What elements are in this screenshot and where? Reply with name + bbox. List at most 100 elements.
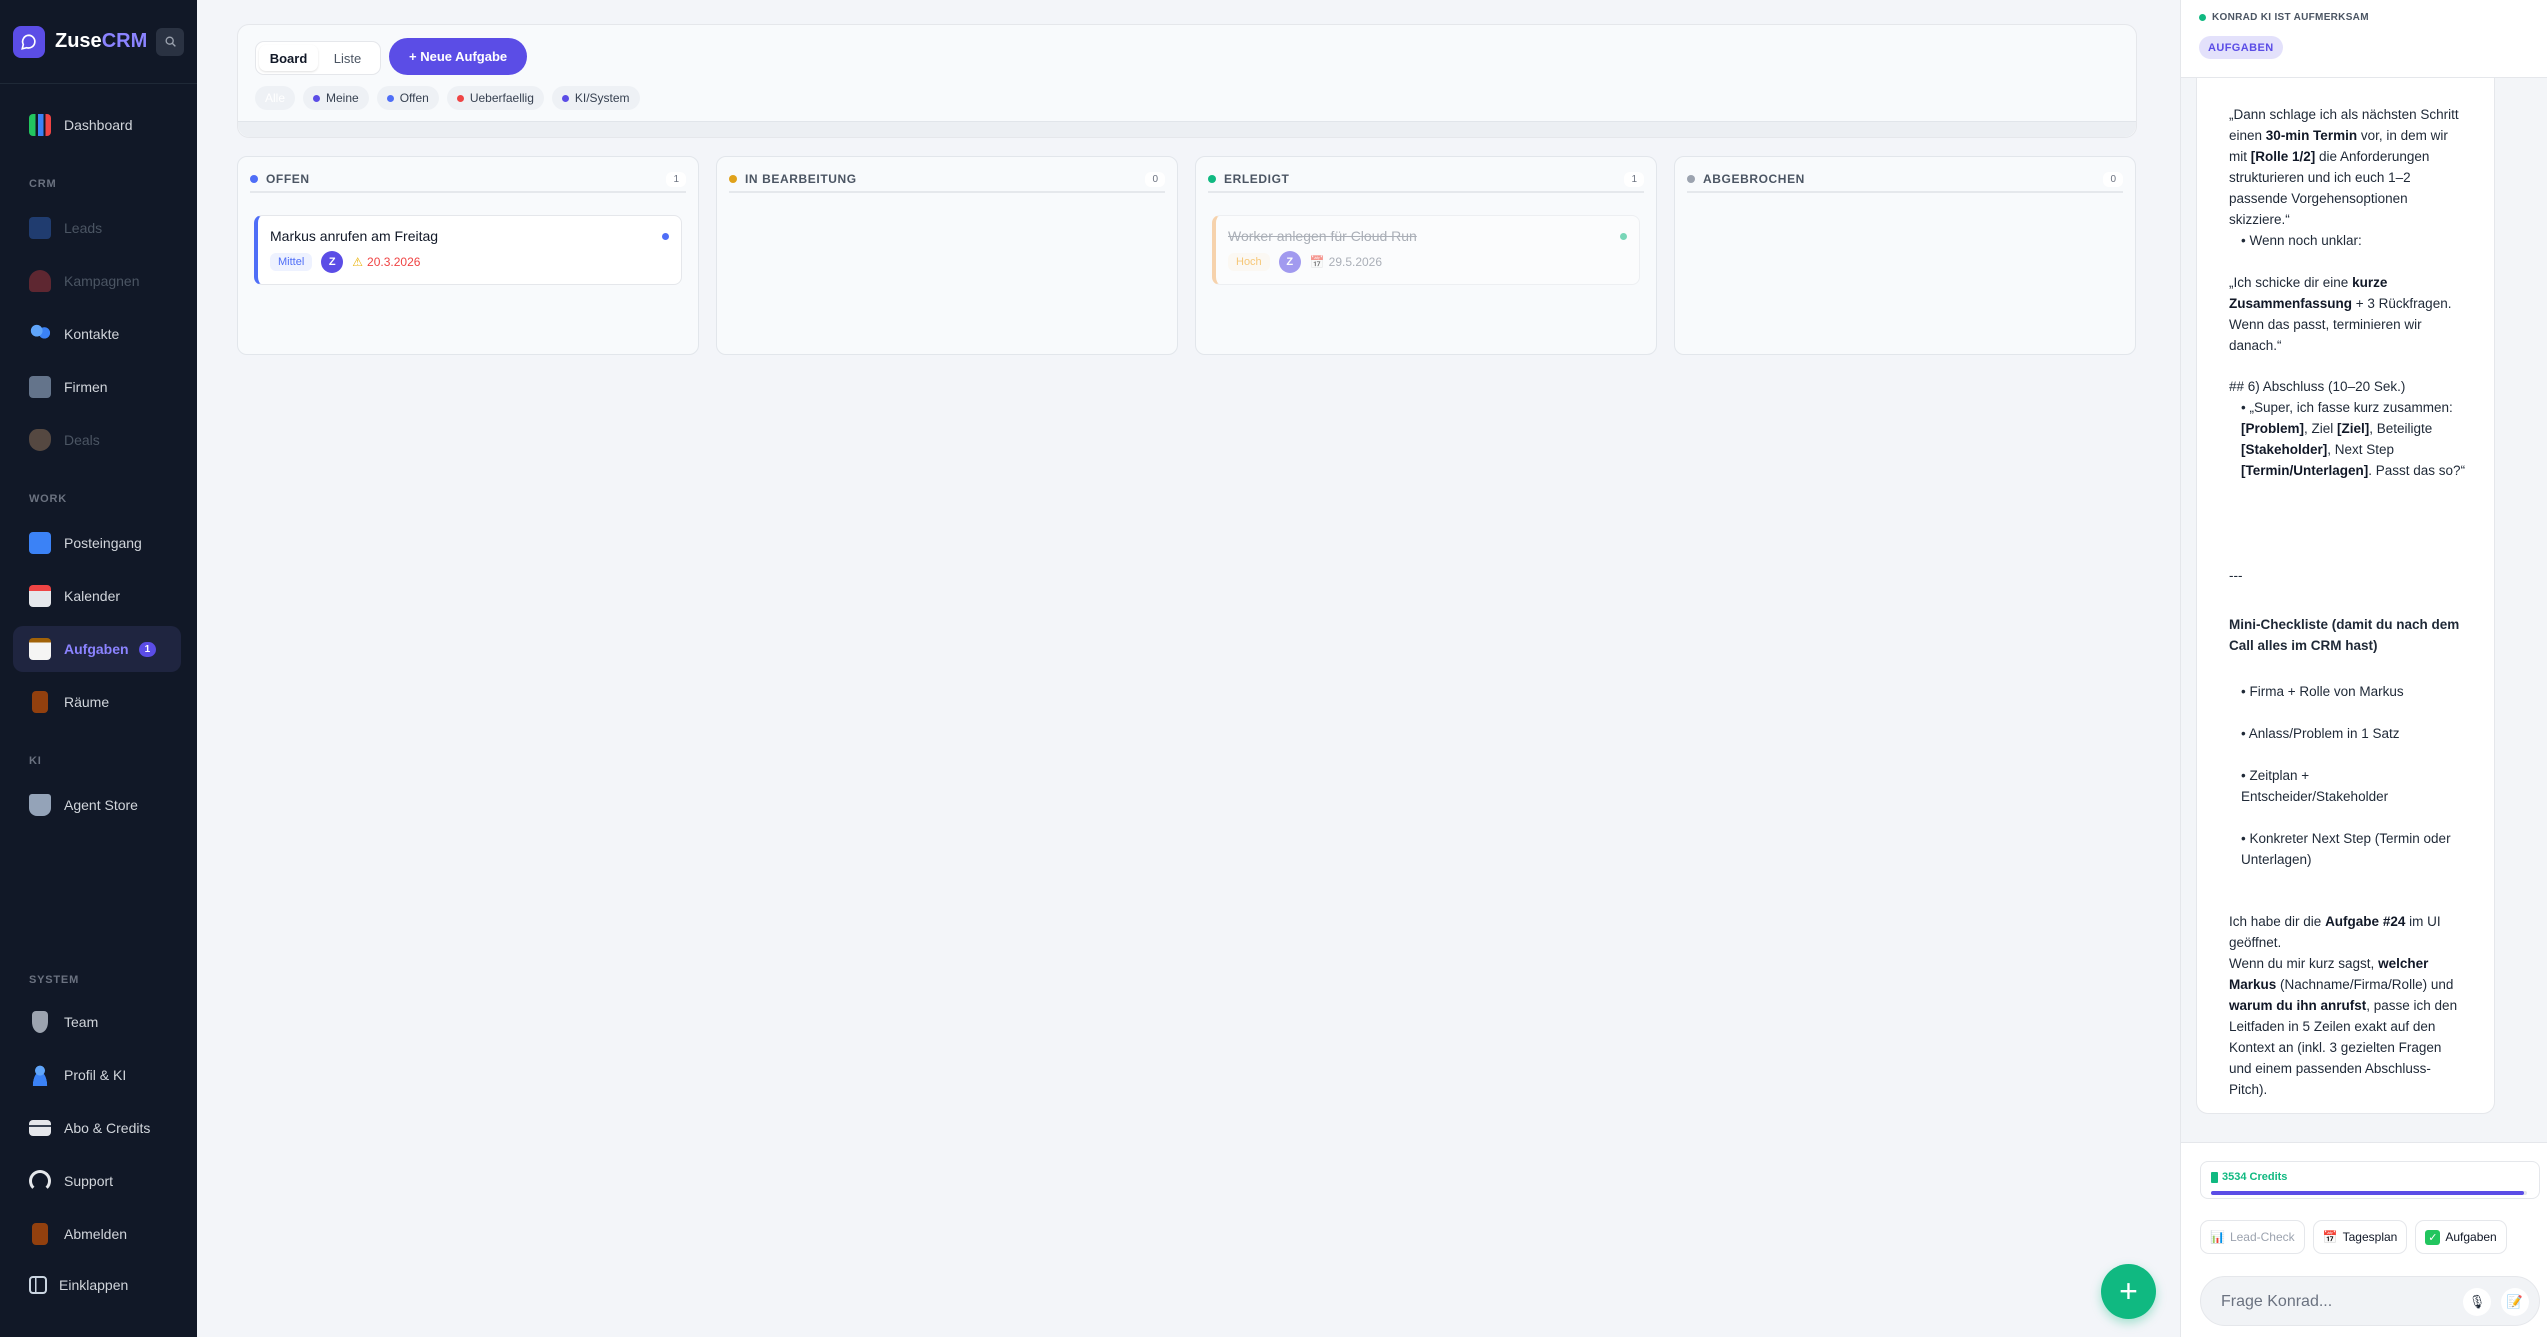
quick-aufgaben-button[interactable]: ✓ Aufgaben [2415, 1220, 2507, 1254]
calendar-icon: 📅 [2322, 1230, 2338, 1244]
status-dot [1620, 233, 1627, 240]
sidebar-item-raeume[interactable]: Räume [13, 679, 181, 725]
sidebar-item-label: Support [64, 1173, 114, 1189]
headphones-icon [29, 1170, 51, 1192]
sidebar-item-label: Kalender [64, 588, 121, 604]
sidebar-item-abmelden[interactable]: Abmelden [13, 1211, 181, 1257]
quick-label: Aufgaben [2445, 1230, 2497, 1244]
brand-bar: ZuseCRM [0, 0, 197, 84]
sidebar-item-deals[interactable]: Deals [13, 417, 181, 463]
message-bullet: • „Super, ich fasse kurz zusammen: [Prob… [2241, 400, 2466, 478]
status-dot [662, 233, 669, 240]
task-card[interactable]: Markus anrufen am Freitag Mittel Z ⚠ 20.… [254, 215, 682, 285]
credit-card-icon [29, 1120, 51, 1136]
sidebar-item-label: Leads [64, 220, 103, 236]
filter-ki-system[interactable]: KI/System [551, 86, 640, 110]
avatar: Z [321, 251, 344, 273]
task-card[interactable]: Worker anlegen für Cloud Run Hoch Z 📅 29… [1212, 215, 1640, 285]
column-count: 0 [2103, 171, 2123, 187]
warning-icon: ⚠ [352, 255, 364, 269]
sidebar-item-label: Einklappen [59, 1277, 129, 1293]
assistant-header: KONRAD KI IST AUFMERKSAM AUFGABEN [2181, 0, 2547, 78]
sidebar-item-label: Team [64, 1014, 99, 1030]
task-meta: Mittel Z ⚠ 20.3.2026 [270, 251, 420, 273]
quick-tagesplan-button[interactable]: 📅 Tagesplan [2312, 1220, 2408, 1254]
credits-fill [2211, 1191, 2524, 1195]
sidebar-item-support[interactable]: Support [13, 1158, 181, 1204]
chat-input[interactable] [2221, 1290, 2451, 1314]
column-title: ABGEBROCHEN [1703, 172, 1805, 186]
status-dot [729, 175, 737, 183]
sidebar-item-kalender[interactable]: Kalender [13, 573, 181, 619]
filter-overdue[interactable]: Ueberfaellig [446, 86, 544, 110]
filter-label: Meine [326, 91, 359, 105]
sidebar-item-einklappen[interactable]: Einklappen [13, 1262, 181, 1308]
new-task-button[interactable]: + Neue Aufgabe [389, 38, 528, 75]
add-fab-button[interactable]: + [2101, 1264, 2156, 1319]
dot-icon [386, 94, 394, 102]
sidebar: ZuseCRM Dashboard CRM Leads Kampagnen Ko… [0, 0, 197, 1337]
search-icon[interactable] [156, 27, 184, 56]
message-bullet: • Wenn noch unklar: [2241, 233, 2362, 248]
view-board-button[interactable]: Board [259, 45, 318, 71]
assistant-status-text: KONRAD KI IST AUFMERKSAM [2212, 12, 2369, 23]
column-header: ABGEBROCHEN 0 [1687, 167, 2123, 193]
rocket-icon [29, 270, 51, 292]
filter-label: Ueberfaellig [469, 91, 534, 105]
section-label-crm: CRM [29, 178, 57, 190]
column-header: IN BEARBEITUNG 0 [729, 167, 1165, 193]
sidebar-item-kontakte[interactable]: Kontakte [13, 311, 181, 357]
column-count: 1 [1624, 171, 1644, 187]
assistant-panel: KONRAD KI IST AUFMERKSAM AUFGABEN „Dann … [2180, 0, 2547, 1337]
quick-lead-check-button[interactable]: 📊 Lead-Check [2200, 1220, 2305, 1254]
sidebar-item-label: Profil & KI [64, 1067, 127, 1083]
column-in-progress: IN BEARBEITUNG 0 [716, 156, 1178, 355]
assistant-status: KONRAD KI IST AUFMERKSAM [2199, 12, 2369, 23]
sidebar-item-label: Kontakte [64, 326, 120, 342]
chart-icon [29, 114, 51, 136]
sidebar-item-profil[interactable]: Profil & KI [13, 1052, 181, 1098]
sidebar-item-label: Abmelden [64, 1226, 128, 1242]
building-icon [29, 376, 51, 398]
microphone-icon[interactable]: 🎙 [2463, 1288, 2491, 1316]
sidebar-item-aufgaben[interactable]: Aufgaben 1 [13, 626, 181, 672]
sidebar-item-posteingang[interactable]: Posteingang [13, 520, 181, 566]
message-heading: ## 6) Abschluss (10–20 Sek.) [2229, 379, 2406, 394]
sidebar-item-kampagnen[interactable]: Kampagnen [13, 258, 181, 304]
app-name: ZuseCRM [55, 30, 148, 52]
dot-icon [561, 94, 569, 102]
credits-bar [2211, 1191, 2527, 1195]
sidebar-item-leads[interactable]: Leads [13, 205, 181, 251]
door-icon [32, 1223, 48, 1245]
task-meta: Hoch Z 📅 29.5.2026 [1228, 251, 1382, 273]
column-count: 0 [1145, 171, 1165, 187]
sidebar-item-agent-store[interactable]: Agent Store [13, 782, 181, 828]
task-title: Worker anlegen für Cloud Run [1228, 228, 1417, 244]
sidebar-item-abo[interactable]: Abo & Credits [13, 1105, 181, 1151]
credits-meter: 3534 Credits [2200, 1161, 2540, 1199]
note-icon[interactable]: 📝 [2501, 1288, 2529, 1316]
avatar: Z [1278, 251, 1301, 273]
app-logo-icon[interactable] [13, 25, 45, 58]
toolbar-divider [238, 121, 2136, 137]
shield-icon [32, 1011, 48, 1033]
column-title: IN BEARBEITUNG [745, 172, 857, 186]
sidebar-item-label: Aufgaben [64, 641, 129, 657]
online-dot [2199, 14, 2206, 21]
message-bullet: • Firma + Rolle von Markus [2241, 684, 2404, 699]
filter-mine[interactable]: Meine [303, 86, 369, 110]
sidebar-item-team[interactable]: Team [13, 999, 181, 1045]
context-chip[interactable]: AUFGABEN [2199, 36, 2283, 59]
task-title: Markus anrufen am Freitag [270, 228, 439, 244]
sidebar-item-label: Firmen [64, 379, 108, 395]
view-list-button[interactable]: Liste [318, 45, 377, 71]
filter-open[interactable]: Offen [376, 86, 439, 110]
filter-all[interactable]: Alle [255, 86, 295, 110]
sidebar-item-dashboard[interactable]: Dashboard [13, 102, 181, 148]
calendar-icon: 📅 [1309, 255, 1325, 269]
sidebar-item-firmen[interactable]: Firmen [13, 364, 181, 410]
sidebar-item-label: Abo & Credits [64, 1120, 151, 1136]
due-date: 📅 29.5.2026 [1310, 255, 1382, 269]
chat-input-bar: 🎙 📝 [2200, 1276, 2540, 1326]
column-done: ERLEDIGT 1 Worker anlegen für Cloud Run … [1195, 156, 1657, 355]
